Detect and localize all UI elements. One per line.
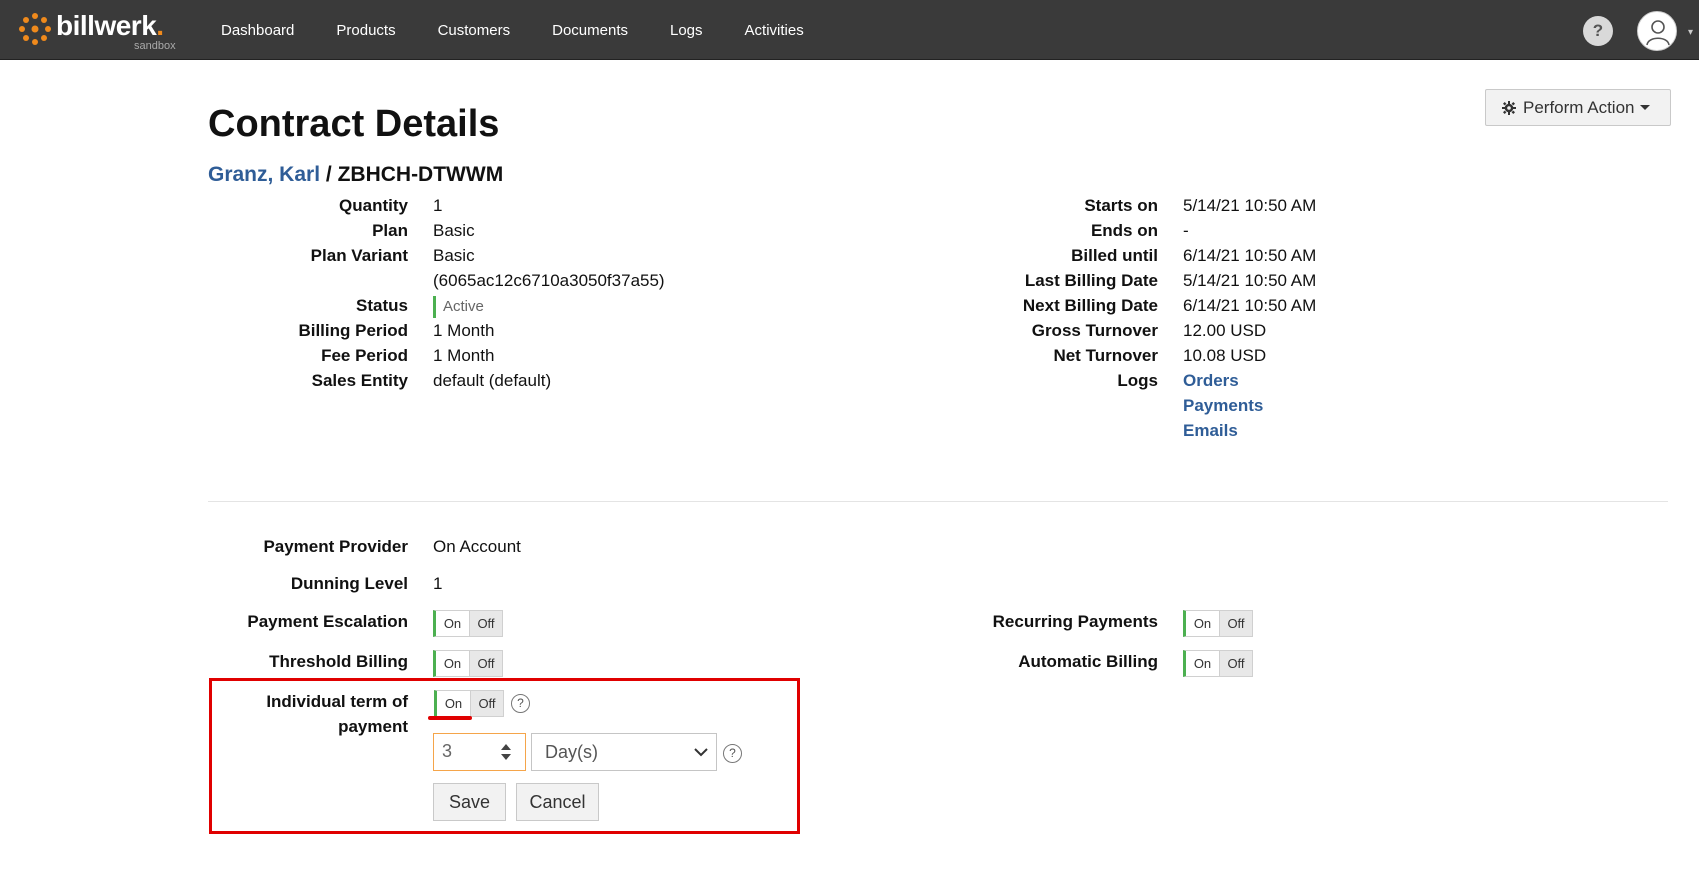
billing-period-label: Billing Period <box>298 321 408 340</box>
ends-on-value: - <box>1183 221 1189 240</box>
user-menu-caret-icon[interactable]: ▾ <box>1688 27 1696 38</box>
emails-link[interactable]: Emails <box>1183 421 1238 441</box>
last-billing-date-label: Last Billing Date <box>1024 271 1158 290</box>
logo-text: billwerk. <box>56 10 164 41</box>
toggle-off-option[interactable]: Off <box>1218 611 1252 636</box>
highlight-box <box>209 678 800 834</box>
automatic-billing-toggle[interactable]: On Off <box>1183 650 1253 677</box>
recurring-payments-toggle[interactable]: On Off <box>1183 610 1253 637</box>
sales-entity-value: default (default) <box>433 371 552 390</box>
avatar[interactable] <box>1637 11 1677 51</box>
toggle-on-option[interactable]: On <box>436 651 469 676</box>
user-icon <box>1646 20 1670 46</box>
gear-icon <box>1502 100 1516 115</box>
next-billing-date-value: 6/14/21 10:50 AM <box>1183 296 1317 315</box>
logo-subtitle: sandbox <box>134 40 176 52</box>
payment-provider-value: On Account <box>433 537 521 556</box>
gross-turnover-label: Gross Turnover <box>1031 321 1158 340</box>
toggle-off-option[interactable]: Off <box>468 651 502 676</box>
payment-escalation-toggle[interactable]: On Off <box>433 610 503 637</box>
fee-period-label: Fee Period <box>321 346 408 365</box>
billed-until-value: 6/14/21 10:50 AM <box>1183 246 1317 265</box>
billed-until-label: Billed until <box>1071 246 1158 265</box>
threshold-billing-toggle[interactable]: On Off <box>433 650 503 677</box>
contract-id: ZBHCH-DTWWM <box>337 163 504 186</box>
toggle-on-option[interactable]: On <box>1186 651 1219 676</box>
plan-variant-id: (6065ac12c6710a3050f37a55) <box>433 271 665 290</box>
plan-variant-label: Plan Variant <box>310 246 408 265</box>
perform-action-label: Perform Action <box>1523 97 1635 117</box>
main-nav: Dashboard Products Customers Documents L… <box>200 0 825 60</box>
next-billing-date-label: Next Billing Date <box>1022 296 1158 315</box>
billing-period-value: 1 Month <box>433 321 495 340</box>
plan-value: Basic <box>433 221 475 240</box>
starts-on-value: 5/14/21 10:50 AM <box>1183 196 1317 215</box>
orders-link[interactable]: Orders <box>1183 371 1239 391</box>
toggle-off-option[interactable]: Off <box>468 611 502 636</box>
highlight-underline <box>428 716 472 720</box>
dunning-level-value: 1 <box>433 574 443 593</box>
nav-logs[interactable]: Logs <box>649 0 724 60</box>
status-badge: Active <box>433 296 484 318</box>
page-title: Contract Details <box>208 103 500 145</box>
net-turnover-label: Net Turnover <box>1053 346 1158 365</box>
subtitle-separator: / <box>325 163 332 186</box>
nav-customers[interactable]: Customers <box>417 0 532 60</box>
quantity-label: Quantity <box>339 196 408 215</box>
sales-entity-label: Sales Entity <box>311 371 408 390</box>
top-navbar: billwerk. sandbox Dashboard Products Cus… <box>0 0 1699 60</box>
logo-mark-icon <box>19 13 51 45</box>
contract-subtitle: Granz, Karl / ZBHCH-DTWWM <box>208 163 503 187</box>
last-billing-date-value: 5/14/21 10:50 AM <box>1183 271 1317 290</box>
threshold-billing-label: Threshold Billing <box>269 652 408 671</box>
plan-label: Plan <box>372 221 408 240</box>
nav-products[interactable]: Products <box>315 0 416 60</box>
automatic-billing-label: Automatic Billing <box>1018 652 1158 671</box>
quantity-value: 1 <box>433 196 443 215</box>
dunning-level-label: Dunning Level <box>290 574 408 593</box>
recurring-payments-label: Recurring Payments <box>992 612 1158 631</box>
fee-period-value: 1 Month <box>433 346 495 365</box>
help-button[interactable]: ? <box>1583 16 1613 46</box>
toggle-on-option[interactable]: On <box>1186 611 1219 636</box>
toggle-off-option[interactable]: Off <box>1218 651 1252 676</box>
nav-documents[interactable]: Documents <box>531 0 649 60</box>
net-turnover-value: 10.08 USD <box>1183 346 1267 365</box>
section-divider <box>208 501 1668 502</box>
toggle-on-option[interactable]: On <box>436 611 469 636</box>
billwerk-logo[interactable]: billwerk. sandbox <box>18 8 178 52</box>
ends-on-label: Ends on <box>1090 221 1158 240</box>
caret-down-icon <box>1639 105 1650 110</box>
status-label: Status <box>356 296 408 315</box>
logs-label: Logs <box>1117 371 1158 390</box>
nav-activities[interactable]: Activities <box>724 0 825 60</box>
plan-variant-value: Basic <box>433 246 475 265</box>
perform-action-button[interactable]: Perform Action <box>1485 89 1671 126</box>
starts-on-label: Starts on <box>1084 196 1158 215</box>
customer-link[interactable]: Granz, Karl <box>208 163 320 186</box>
gross-turnover-value: 12.00 USD <box>1183 321 1267 340</box>
payment-provider-label: Payment Provider <box>263 537 408 556</box>
nav-dashboard[interactable]: Dashboard <box>200 0 315 60</box>
payments-link[interactable]: Payments <box>1183 396 1263 416</box>
payment-escalation-label: Payment Escalation <box>247 612 408 631</box>
